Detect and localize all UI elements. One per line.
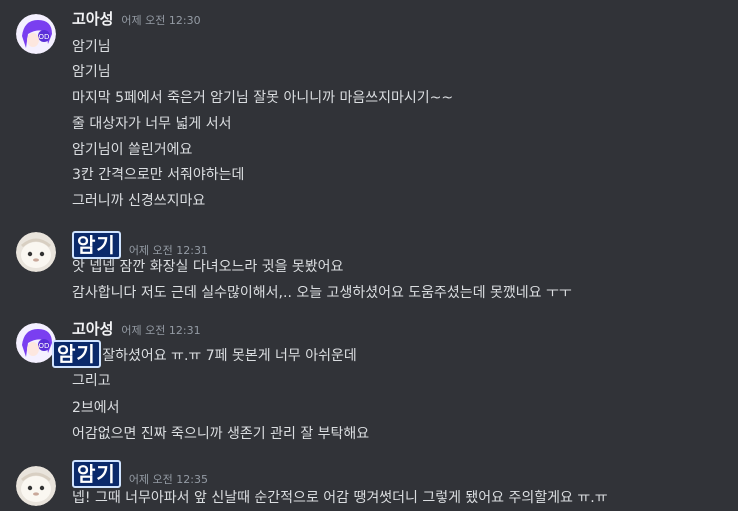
message-line: 감사합니다 저도 근데 실수많이해서,.. 오늘 고생하셨어요 도움주셨는데 못…: [72, 285, 572, 301]
message-line: 어감없으면 진짜 죽으니까 생존기 관리 잘 부탁해요: [72, 426, 370, 442]
message-line: 그리고: [72, 373, 111, 389]
username[interactable]: 고아성: [72, 318, 113, 339]
message-line: 앗 넵넵 잠깐 화장실 다녀오느라 귓을 못봤어요: [72, 259, 344, 275]
svg-text:OD: OD: [39, 342, 50, 350]
message-line: 그러니까 신경쓰지마요: [72, 193, 206, 209]
username[interactable]: 암기: [72, 460, 121, 488]
timestamp: 어제 오전 12:30: [121, 14, 201, 27]
user-avatar-fluffy-icon[interactable]: [16, 466, 56, 506]
message-line: 암기님: [72, 39, 111, 55]
message-line: 암기님: [72, 64, 111, 80]
username[interactable]: 고아성: [72, 8, 113, 29]
user-avatar-purple-icon[interactable]: OD: [16, 14, 56, 54]
message-line: 넵! 그때 너무아파서 앞 신날때 순간적으로 어감 땡겨썻더니 그렇게 됐어요…: [72, 490, 608, 506]
timestamp: 어제 오전 12:35: [128, 473, 208, 486]
message-line: 님도 잘하셨어요 ㅠ.ㅠ 7페 못본게 너무 아쉬운데: [72, 348, 357, 364]
message-line: 암기님이 쓸린거에요: [72, 142, 193, 158]
message-line: 마지막 5페에서 죽은거 암기님 잘못 아니니까 마음쓰지마시기~~: [72, 90, 454, 106]
message-line: 3칸 간격으로만 서줘야하는데: [72, 167, 245, 183]
name-sticker-overlay: 암기: [52, 340, 101, 368]
username[interactable]: 암기: [72, 231, 121, 259]
user-avatar-purple-icon[interactable]: OD: [16, 323, 56, 363]
timestamp: 어제 오전 12:31: [121, 324, 201, 337]
message-line: 2브에서: [72, 400, 120, 416]
user-avatar-fluffy-icon[interactable]: [16, 232, 56, 272]
svg-text:OD: OD: [39, 33, 50, 41]
message-line: 줄 대상자가 너무 넓게 서서: [72, 116, 232, 132]
